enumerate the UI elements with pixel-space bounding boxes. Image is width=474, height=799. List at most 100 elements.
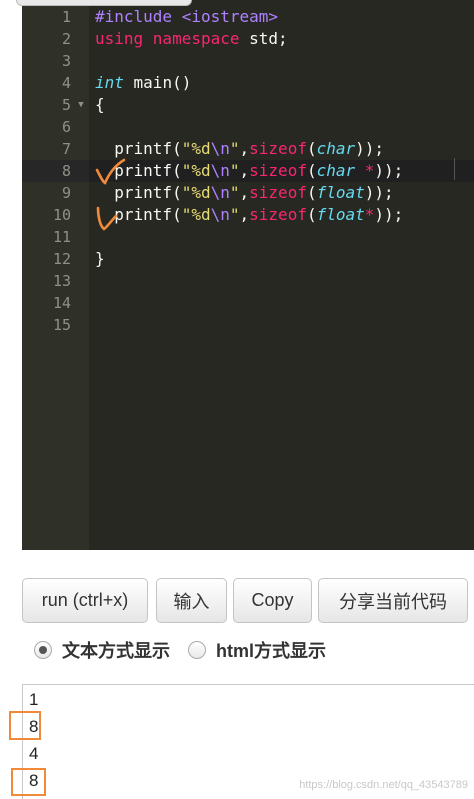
radio-selected-dot	[39, 646, 47, 654]
code-lines[interactable]: 1 #include <iostream> 2 using namespace std…	[22, 6, 474, 336]
highlight-box-annotation	[11, 768, 46, 796]
copy-button[interactable]: Copy	[233, 578, 312, 623]
code-token: }	[95, 249, 105, 268]
line-number: 11	[52, 228, 71, 246]
code-token: (	[306, 183, 317, 202]
run-button[interactable]: run (ctrl+x)	[22, 578, 148, 623]
code-token: using namespace	[95, 29, 250, 48]
line-number: 1	[61, 8, 71, 26]
html-mode-radio[interactable]	[188, 641, 206, 659]
line-number: 15	[52, 316, 71, 334]
code-line[interactable]: 9 printf("%d\n",sizeof(float));	[22, 182, 474, 204]
code-token: ,	[239, 183, 250, 202]
code-text: {	[95, 94, 105, 116]
watermark: https://blog.csdn.net/qq_43543789	[299, 779, 468, 791]
code-text: printf("%d\n",sizeof(float));	[95, 182, 394, 204]
code-line[interactable]: 2 using namespace std;	[22, 28, 474, 50]
line-number: 4	[61, 74, 71, 92]
code-token: {	[95, 95, 105, 114]
code-token: ,	[239, 139, 250, 158]
code-token: char	[316, 161, 356, 180]
line-number: 8	[22, 160, 89, 182]
code-token: ,	[239, 161, 250, 180]
code-token: sizeof	[249, 183, 307, 202]
code-line[interactable]: 4 int main()	[22, 72, 474, 94]
code-token: ));	[374, 161, 404, 180]
html-mode-label[interactable]: html方式显示	[216, 637, 326, 663]
code-token: "%d	[181, 161, 211, 180]
code-token: (	[306, 205, 317, 224]
code-token: \n	[210, 139, 230, 158]
code-line[interactable]: 10 printf("%d\n",sizeof(float*));	[22, 204, 474, 226]
code-token: ));	[355, 139, 385, 158]
code-text: using namespace std;	[95, 28, 288, 50]
code-token: printf(	[95, 139, 182, 158]
code-token: float	[316, 183, 365, 202]
line-number: 10	[52, 206, 71, 224]
code-text: printf("%d\n",sizeof(float*));	[95, 204, 403, 226]
text-mode-label[interactable]: 文本方式显示	[62, 637, 170, 663]
code-token: std;	[249, 29, 288, 48]
code-token: "	[229, 161, 240, 180]
code-token: \n	[210, 205, 230, 224]
code-token: "%d	[181, 205, 211, 224]
output-line: 1	[29, 690, 39, 709]
code-token: int	[95, 73, 124, 92]
check-mark-annotation-line-10	[96, 206, 118, 231]
output-mode-group: 文本方式显示 html方式显示	[34, 638, 344, 662]
code-text: }	[95, 248, 105, 270]
code-token: "%d	[181, 139, 211, 158]
highlight-box-annotation	[9, 711, 41, 740]
code-text: printf("%d\n",sizeof(char *));	[95, 160, 403, 182]
code-token: "	[229, 183, 240, 202]
code-text: int main()	[95, 72, 191, 94]
code-token: "	[229, 205, 240, 224]
code-token: *	[364, 161, 375, 180]
share-code-button[interactable]: 分享当前代码	[318, 578, 468, 623]
print-margin-marker	[454, 158, 455, 180]
code-editor[interactable]: 1 #include <iostream> 2 using namespace std…	[22, 0, 474, 550]
code-line[interactable]: 7 printf("%d\n",sizeof(char));	[22, 138, 474, 160]
text-mode-radio[interactable]	[34, 641, 52, 659]
check-mark-annotation-line-8	[95, 158, 126, 185]
code-token: char	[316, 139, 356, 158]
input-button[interactable]: 输入	[156, 578, 227, 623]
code-token: sizeof	[249, 161, 307, 180]
code-line[interactable]: 6	[22, 116, 474, 138]
code-token: float	[316, 205, 365, 224]
code-token: ,	[239, 205, 250, 224]
code-token: \n	[210, 183, 230, 202]
code-token: sizeof	[249, 139, 307, 158]
code-token: *	[364, 205, 375, 224]
code-line[interactable]: 15	[22, 314, 474, 336]
code-line[interactable]: 8 printf("%d\n",sizeof(char *));	[22, 160, 474, 182]
code-line[interactable]: 3	[22, 50, 474, 72]
code-token: ));	[364, 183, 394, 202]
code-token: <iostream>	[181, 7, 279, 26]
code-token: #include	[95, 7, 182, 26]
code-line[interactable]: 14	[22, 292, 474, 314]
code-token: main()	[123, 73, 192, 92]
code-line[interactable]: 11	[22, 226, 474, 248]
fold-arrow-icon[interactable]: ▼	[75, 94, 87, 116]
code-token: ));	[374, 205, 404, 224]
code-line[interactable]: 5 ▼{	[22, 94, 474, 116]
editor-top-tab	[16, 0, 192, 6]
code-text: #include <iostream>	[95, 6, 278, 28]
line-number: 6	[61, 118, 71, 136]
code-line[interactable]: 12}	[22, 248, 474, 270]
code-token: "	[229, 139, 240, 158]
code-token: (	[306, 139, 317, 158]
output-line: 4	[29, 744, 39, 763]
code-token: sizeof	[249, 205, 307, 224]
code-line[interactable]: 1 #include <iostream>	[22, 6, 474, 28]
code-text: printf("%d\n",sizeof(char));	[95, 138, 384, 160]
code-line[interactable]: 13	[22, 270, 474, 292]
line-number: 7	[61, 140, 71, 158]
line-number: 12	[52, 250, 71, 268]
line-number: 14	[52, 294, 71, 312]
code-token: (	[306, 161, 317, 180]
line-number: 2	[61, 30, 71, 48]
line-number: 13	[52, 272, 71, 290]
